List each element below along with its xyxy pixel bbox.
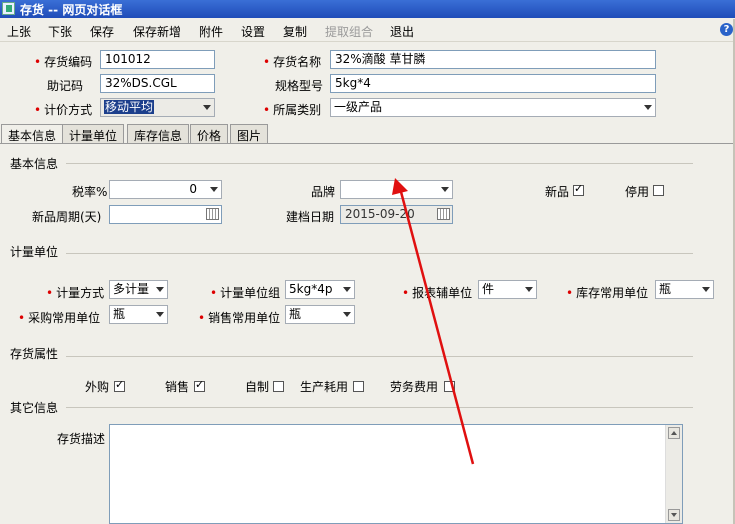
arrow-shaft xyxy=(398,187,475,465)
annotation-arrow xyxy=(392,178,475,465)
arrow-head xyxy=(392,178,408,195)
